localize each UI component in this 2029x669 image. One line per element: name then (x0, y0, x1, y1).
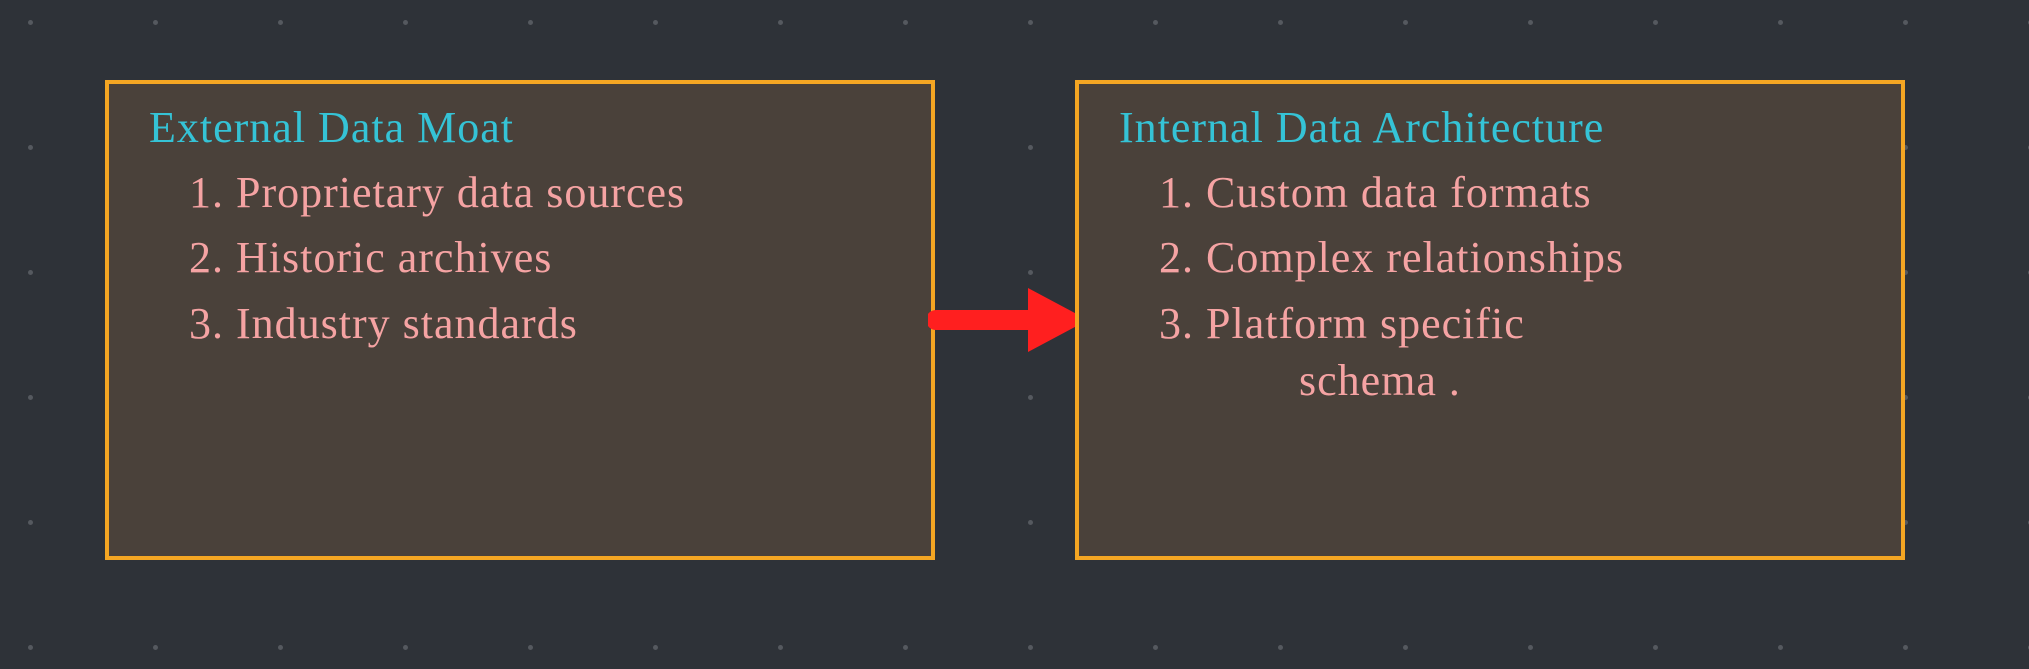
grid-dot (28, 645, 33, 650)
arrow-icon (928, 280, 1088, 360)
grid-dot (403, 20, 408, 25)
grid-dot (1653, 645, 1658, 650)
grid-dot (1028, 145, 1033, 150)
grid-dot (153, 20, 158, 25)
grid-dot (1403, 20, 1408, 25)
grid-dot (528, 20, 533, 25)
left-box: External Data Moat 1. Proprietary data s… (105, 80, 935, 560)
grid-dot (1028, 645, 1033, 650)
grid-dot (1278, 20, 1283, 25)
grid-dot (778, 20, 783, 25)
grid-dot (153, 645, 158, 650)
grid-dot (28, 20, 33, 25)
grid-dot (1778, 20, 1783, 25)
left-box-item-2: 2. Historic archives (189, 228, 901, 287)
grid-dot (903, 20, 908, 25)
grid-dot (1653, 20, 1658, 25)
right-box-title: Internal Data Architecture (1119, 102, 1871, 153)
left-box-item-1: 1. Proprietary data sources (189, 163, 901, 222)
grid-dot (278, 645, 283, 650)
grid-dot (1028, 520, 1033, 525)
right-box-item-3: 3. Platform specific (1159, 294, 1871, 353)
grid-dot (1903, 645, 1908, 650)
grid-dot (1153, 20, 1158, 25)
grid-dot (1403, 645, 1408, 650)
grid-dot (28, 145, 33, 150)
grid-dot (1528, 645, 1533, 650)
grid-dot (278, 20, 283, 25)
grid-dot (28, 520, 33, 525)
grid-dot (903, 645, 908, 650)
left-box-title: External Data Moat (149, 102, 901, 153)
grid-dot (778, 645, 783, 650)
left-box-item-3: 3. Industry standards (189, 294, 901, 353)
grid-dot (528, 645, 533, 650)
grid-dot (1903, 20, 1908, 25)
grid-dot (1528, 20, 1533, 25)
grid-dot (1153, 645, 1158, 650)
grid-dot (653, 20, 658, 25)
grid-dot (403, 645, 408, 650)
grid-dot (1028, 20, 1033, 25)
grid-dot (1028, 270, 1033, 275)
right-box-item-2: 2. Complex relationships (1159, 228, 1871, 287)
grid-dot (1028, 395, 1033, 400)
right-box-item-1: 1. Custom data formats (1159, 163, 1871, 222)
grid-dot (28, 395, 33, 400)
grid-dot (28, 270, 33, 275)
grid-dot (653, 645, 658, 650)
right-box: Internal Data Architecture 1. Custom dat… (1075, 80, 1905, 560)
grid-dot (1278, 645, 1283, 650)
right-box-item-3-continue: schema . (1299, 355, 1871, 408)
diagram-canvas: // generate dot grid: start offset ~25px… (0, 0, 2029, 669)
grid-dot (1778, 645, 1783, 650)
